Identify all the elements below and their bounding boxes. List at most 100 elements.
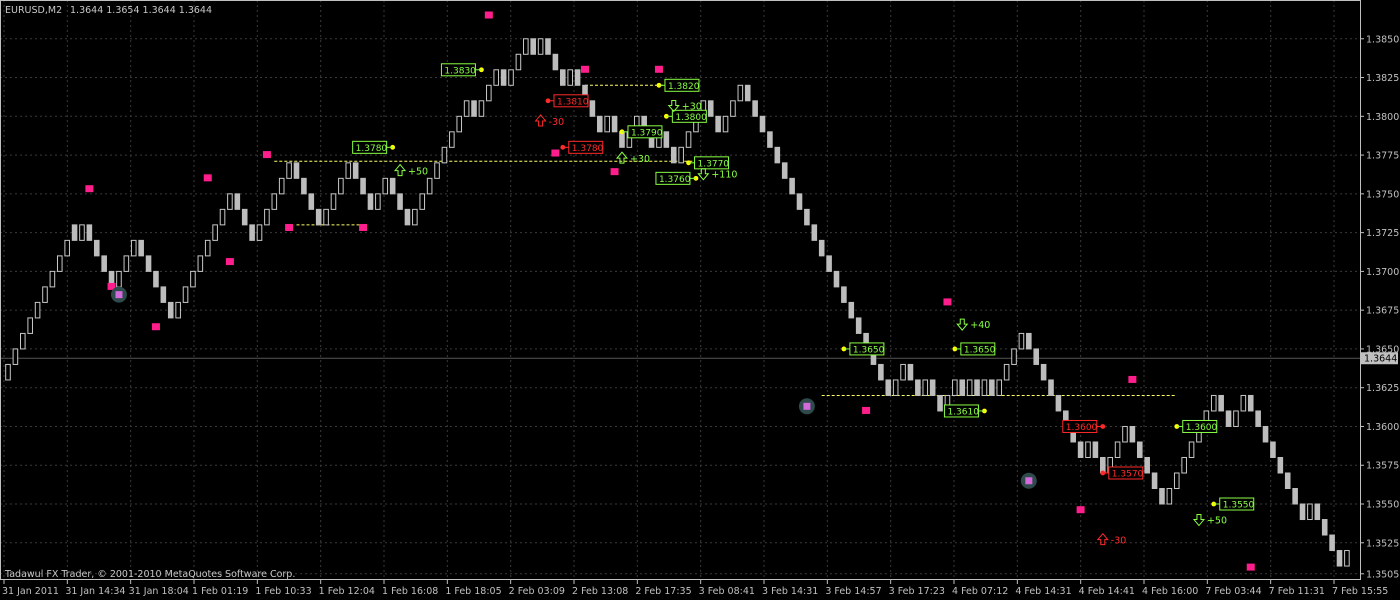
brick-down [1092, 441, 1099, 458]
brick-down [1129, 425, 1136, 443]
y-tick-label: 1.3825 [1366, 73, 1399, 84]
brick-up [42, 286, 48, 303]
brick-up [952, 379, 958, 396]
pink-marker [580, 65, 589, 73]
brick-down [1247, 394, 1254, 412]
y-tick-label: 1.3725 [1366, 228, 1399, 239]
x-tick-label: 7 Feb 03:44 [1205, 586, 1261, 597]
x-tick-label: 2 Feb 03:09 [509, 586, 565, 597]
x-tick-label: 7 Feb 15:55 [1332, 586, 1388, 597]
brick-down [789, 177, 795, 195]
brick-up [212, 224, 218, 241]
brick-down [308, 193, 315, 210]
brick-up [375, 193, 381, 210]
brick-down [1026, 332, 1032, 350]
y-tick-label: 1.3550 [1366, 500, 1399, 511]
x-tick-label: 4 Feb 16:00 [1142, 586, 1198, 597]
brick-down [759, 115, 766, 133]
brick-up [900, 363, 906, 381]
brick-down [1159, 488, 1165, 505]
x-tick-label: 2 Feb 17:35 [635, 586, 691, 597]
brick-down [153, 270, 159, 288]
brick-down [315, 208, 322, 226]
brick-down [663, 131, 670, 148]
price-label-text: 1.3820 [668, 82, 700, 92]
chart-header-symbol: EURUSD,M2 [5, 5, 62, 16]
brick-up [456, 115, 463, 133]
brick-up [1307, 503, 1313, 521]
pink-marker [862, 406, 871, 414]
brick-down [670, 146, 677, 164]
pink-marker [1246, 563, 1255, 571]
brick-down [1270, 441, 1276, 458]
x-tick-label: 1 Feb 16:08 [382, 586, 438, 597]
price-label-text: 1.3550 [1223, 501, 1255, 511]
brick-up [27, 317, 33, 334]
pink-marker [654, 65, 663, 73]
x-tick-label: 31 Jan 2011 [2, 586, 59, 597]
x-tick-label: 4 Feb 07:12 [952, 586, 1008, 597]
brick-down [574, 69, 581, 86]
brick-up [1085, 441, 1091, 458]
pink-marker [943, 298, 952, 306]
brick-down [744, 84, 751, 102]
brick-up [345, 162, 352, 179]
brick-up [441, 146, 448, 164]
brick-down [500, 69, 507, 86]
brick-down [389, 177, 396, 195]
brick-up [116, 270, 122, 288]
brick-up [338, 177, 344, 195]
brick-down [293, 162, 300, 179]
brick-up [996, 379, 1003, 396]
brick-down [1055, 394, 1062, 412]
pink-marker [151, 323, 160, 331]
y-tick-label: 1.3800 [1366, 112, 1399, 123]
y-tick-label: 1.3525 [1366, 538, 1399, 549]
brick-up [419, 193, 426, 210]
brick-down [1299, 503, 1306, 521]
brick-down [301, 177, 307, 195]
brick-down [596, 115, 603, 133]
brick-up [685, 131, 692, 148]
pink-marker [610, 168, 619, 176]
copyright-footer: Tadawul FX Trader, © 2001-2010 MetaQuote… [4, 569, 295, 580]
brick-down [471, 100, 477, 117]
brick-down [352, 162, 359, 179]
x-tick-label: 1 Feb 01:19 [192, 586, 248, 597]
pink-marker [484, 11, 493, 19]
brick-down [1262, 425, 1269, 443]
pink-marker [262, 151, 271, 159]
brick-down [804, 208, 810, 226]
signal-pips-label: +40 [970, 320, 990, 331]
brick-down [560, 69, 566, 86]
brick-up [1114, 441, 1121, 458]
y-tick-label: 1.3625 [1366, 383, 1399, 394]
price-label-text: 1.3760 [659, 175, 691, 185]
signal-pips-label: +110 [711, 170, 737, 181]
brick-up [678, 146, 684, 164]
y-tick-label: 1.3750 [1366, 189, 1399, 200]
brick-up [330, 193, 337, 210]
brick-down [848, 301, 855, 319]
x-tick-label: 1 Feb 10:33 [255, 586, 311, 597]
brick-down [138, 239, 144, 257]
pink-marker [85, 185, 94, 193]
brick-up [604, 115, 610, 133]
price-chart[interactable]: 1.3780 1.3830 1.3810 1.3780 1.3790 1.3820 1.38… [0, 0, 1400, 600]
brick-down [781, 162, 788, 179]
price-label-text: 1.3650 [853, 345, 885, 355]
brick-down [826, 255, 832, 272]
circle-marker-core [115, 291, 123, 299]
brick-down [1321, 519, 1328, 536]
brick-up [892, 379, 899, 396]
brick-down [929, 379, 936, 396]
brick-up [227, 193, 233, 210]
brick-down [1329, 534, 1335, 552]
y-tick-label: 1.3850 [1366, 34, 1399, 45]
x-tick-label: 4 Feb 14:41 [1079, 586, 1135, 597]
brick-down [767, 131, 773, 148]
price-label-text: 1.3830 [444, 66, 476, 76]
brick-down [1033, 348, 1040, 365]
brick-down [1040, 363, 1047, 381]
brick-up [1210, 394, 1217, 412]
